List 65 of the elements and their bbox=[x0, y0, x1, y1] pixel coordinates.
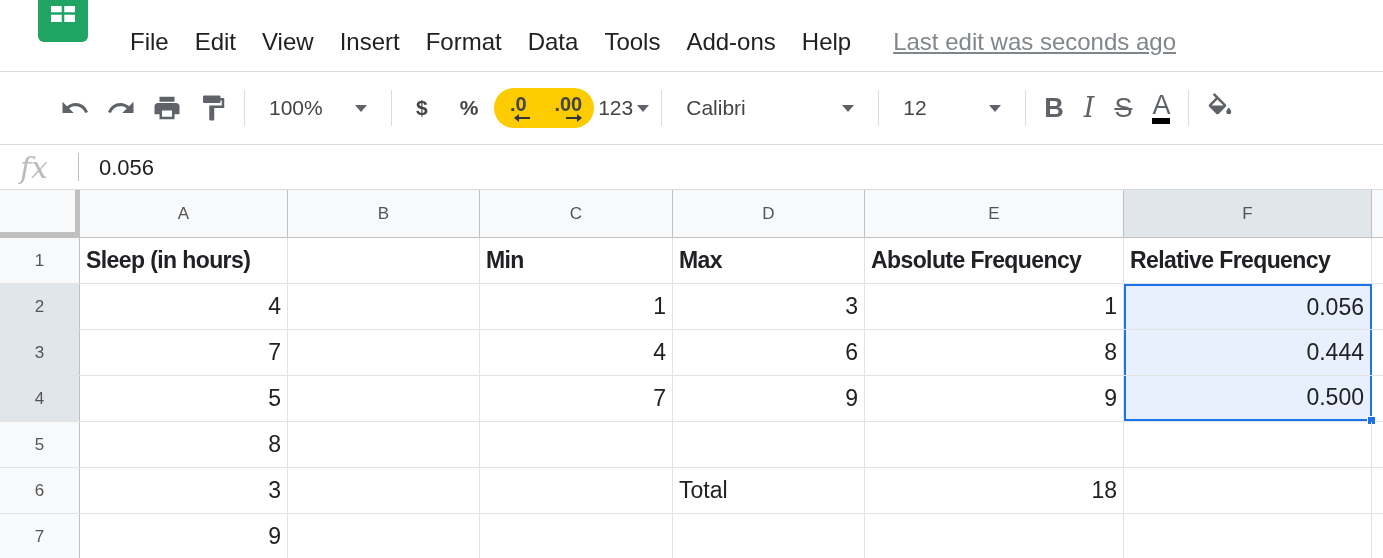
table-cell: 4 bbox=[80, 284, 288, 329]
column-header[interactable]: B bbox=[288, 190, 480, 237]
fill-handle[interactable] bbox=[1367, 416, 1376, 425]
row-header[interactable]: 1 bbox=[0, 238, 80, 283]
table-cell: 3 bbox=[673, 284, 865, 329]
table-cell: 8 bbox=[80, 422, 288, 467]
menu-item[interactable]: View bbox=[262, 24, 314, 60]
format-button[interactable]: % bbox=[443, 88, 495, 128]
menu-item[interactable]: Help bbox=[801, 24, 852, 60]
column-header[interactable]: A bbox=[80, 190, 288, 237]
size-dropdown[interactable]: 100% bbox=[253, 92, 383, 124]
table-cell: 5 bbox=[80, 376, 288, 421]
column-header[interactable]: D bbox=[673, 190, 865, 237]
table-cell: 7 bbox=[480, 376, 673, 421]
formula-field[interactable]: 0.056 bbox=[99, 150, 1383, 184]
size-dropdown[interactable]: 12 bbox=[887, 92, 1018, 124]
menu-item[interactable]: Format bbox=[425, 24, 502, 60]
table-cell: 18 bbox=[865, 468, 1124, 513]
table-cell: Sleep (in hours) bbox=[80, 238, 288, 283]
menu-item[interactable]: Insert bbox=[339, 24, 400, 60]
table-cell: Absolute Frequency bbox=[865, 238, 1124, 283]
format-dropdown[interactable]: 123 bbox=[594, 92, 654, 124]
caret-icon bbox=[637, 104, 650, 112]
table-cell: 7 bbox=[80, 330, 288, 375]
row-header[interactable]: 5 bbox=[0, 422, 80, 467]
last-edit-link[interactable]: Last edit was seconds ago bbox=[893, 24, 1176, 60]
table-cell: 9 bbox=[673, 376, 865, 421]
row-header[interactable]: 7 bbox=[0, 514, 80, 558]
table-cell: 6 bbox=[673, 330, 865, 375]
table-cell: 0.444 bbox=[1124, 330, 1372, 375]
table-cell: Relative Frequency bbox=[1124, 238, 1372, 283]
menu-item[interactable]: Tools bbox=[604, 24, 661, 60]
caret-icon bbox=[355, 104, 367, 112]
strike-button[interactable]: S bbox=[1114, 87, 1133, 129]
table-cell: 9 bbox=[80, 514, 288, 558]
font-dropdown[interactable]: Calibri bbox=[670, 92, 871, 124]
table-cell: 1 bbox=[480, 284, 673, 329]
table-cell: Total bbox=[673, 468, 865, 513]
menu-item[interactable]: File bbox=[130, 24, 169, 60]
menu-item[interactable]: Data bbox=[527, 24, 579, 60]
column-header[interactable]: F bbox=[1124, 190, 1372, 237]
table-cell: 4 bbox=[480, 330, 673, 375]
bold-button[interactable]: B bbox=[1044, 87, 1064, 129]
caret-icon bbox=[842, 104, 855, 112]
right-arrow-icon bbox=[566, 114, 583, 122]
text-color-button[interactable]: A bbox=[1152, 92, 1171, 124]
formula-label: fx bbox=[17, 148, 50, 187]
format-button[interactable]: $ bbox=[400, 88, 444, 128]
spreadsheet-logo[interactable] bbox=[38, 0, 88, 44]
decrease-decimal-button[interactable]: .0 bbox=[494, 88, 543, 128]
column-header[interactable]: C bbox=[480, 190, 673, 237]
table-cell: Min bbox=[480, 238, 673, 283]
table-cell: 0.056 bbox=[1124, 284, 1372, 329]
caret-icon bbox=[989, 104, 1002, 112]
row-header[interactable]: 4 bbox=[0, 376, 80, 421]
table-cell: 3 bbox=[80, 468, 288, 513]
left-arrow-icon bbox=[514, 114, 531, 122]
table-cell: Max bbox=[673, 238, 865, 283]
italic-button[interactable]: I bbox=[1083, 87, 1095, 129]
row-header[interactable]: 6 bbox=[0, 468, 80, 513]
menu-item[interactable]: Edit bbox=[194, 24, 237, 60]
increase-decimal-button[interactable]: .00 bbox=[542, 88, 595, 128]
row-header[interactable]: 3 bbox=[0, 330, 80, 375]
menu-item[interactable]: Add-ons bbox=[686, 24, 776, 60]
row-header[interactable]: 2 bbox=[0, 284, 80, 329]
